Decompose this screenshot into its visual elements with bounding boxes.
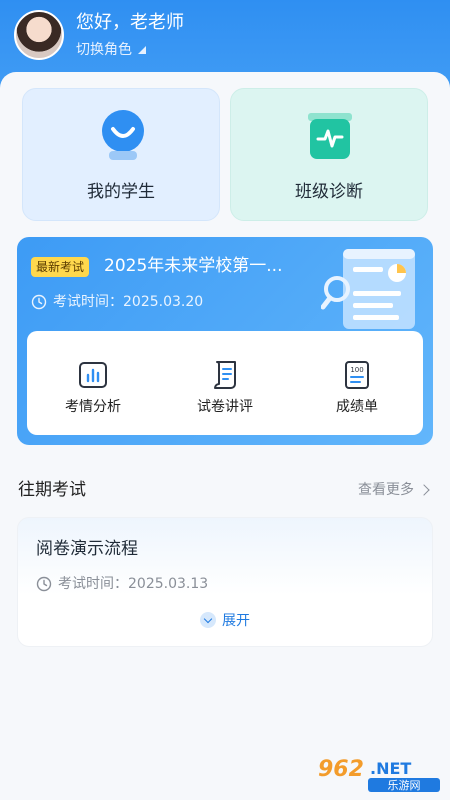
exam-analysis-button[interactable]: 考情分析	[27, 331, 159, 435]
my-students-label: 我的学生	[87, 182, 155, 202]
latest-exam-card[interactable]: 最新考试 2025年未来学校第一... 考试时间：2025.03.20 考情分析	[17, 237, 433, 445]
chevron-right-icon	[418, 484, 430, 496]
score-sheet-label: 成绩单	[336, 399, 378, 415]
past-exam-title: 阅卷演示流程	[36, 539, 138, 559]
svg-text:100: 100	[350, 366, 363, 374]
exam-tools-panel: 考情分析 试卷讲评 100 成绩单	[27, 331, 423, 435]
latest-exam-badge: 最新考试	[31, 257, 90, 277]
pulse-monitor-icon	[308, 113, 352, 159]
svg-text:962: 962	[318, 757, 364, 782]
paper-review-label: 试卷讲评	[197, 399, 253, 415]
switch-role-label: 切换角色	[76, 42, 132, 58]
past-exam-time-text: 考试时间：2025.03.13	[58, 576, 209, 592]
exam-analysis-label: 考情分析	[65, 399, 121, 415]
view-more-link[interactable]: 查看更多	[358, 480, 430, 500]
site-watermark-logo: 962 .NET 乐游网	[318, 757, 440, 792]
view-more-label: 查看更多	[358, 482, 414, 498]
greeting-text: 您好，老老师	[76, 12, 184, 33]
student-face-icon	[102, 110, 144, 160]
my-students-card[interactable]: 我的学生	[22, 88, 220, 221]
past-exam-time: 考试时间：2025.03.13	[36, 574, 208, 594]
latest-exam-title[interactable]: 2025年未来学校第一...	[104, 255, 314, 277]
class-diagnosis-label: 班级诊断	[295, 182, 363, 202]
header: 您好，老老师 切换角色	[14, 10, 434, 62]
class-diagnosis-card[interactable]: 班级诊断	[230, 88, 428, 221]
switch-role-button[interactable]: 切换角色	[76, 40, 146, 60]
past-exams-title: 往期考试	[18, 480, 86, 500]
caret-icon	[138, 46, 146, 54]
score-sheet-button[interactable]: 100 成绩单	[291, 331, 423, 435]
score-sheet-icon: 100	[345, 361, 369, 389]
paper-review-button[interactable]: 试卷讲评	[159, 331, 291, 435]
avatar[interactable]	[14, 10, 64, 60]
chevron-down-icon	[200, 612, 216, 628]
clock-icon	[36, 576, 52, 592]
svg-text:乐游网: 乐游网	[388, 779, 421, 792]
latest-exam-time: 考试时间：2025.03.20	[31, 292, 203, 312]
scroll-doc-icon	[214, 361, 236, 389]
expand-label: 展开	[222, 613, 250, 629]
svg-text:.NET: .NET	[370, 759, 411, 778]
bar-chart-icon	[79, 362, 107, 388]
clock-icon	[31, 294, 47, 310]
expand-button[interactable]: 展开	[18, 610, 432, 630]
past-exam-card[interactable]: 阅卷演示流程 考试时间：2025.03.13 展开	[17, 517, 433, 647]
latest-exam-time-text: 考试时间：2025.03.20	[53, 294, 204, 310]
exam-document-illustration-icon	[321, 249, 415, 329]
